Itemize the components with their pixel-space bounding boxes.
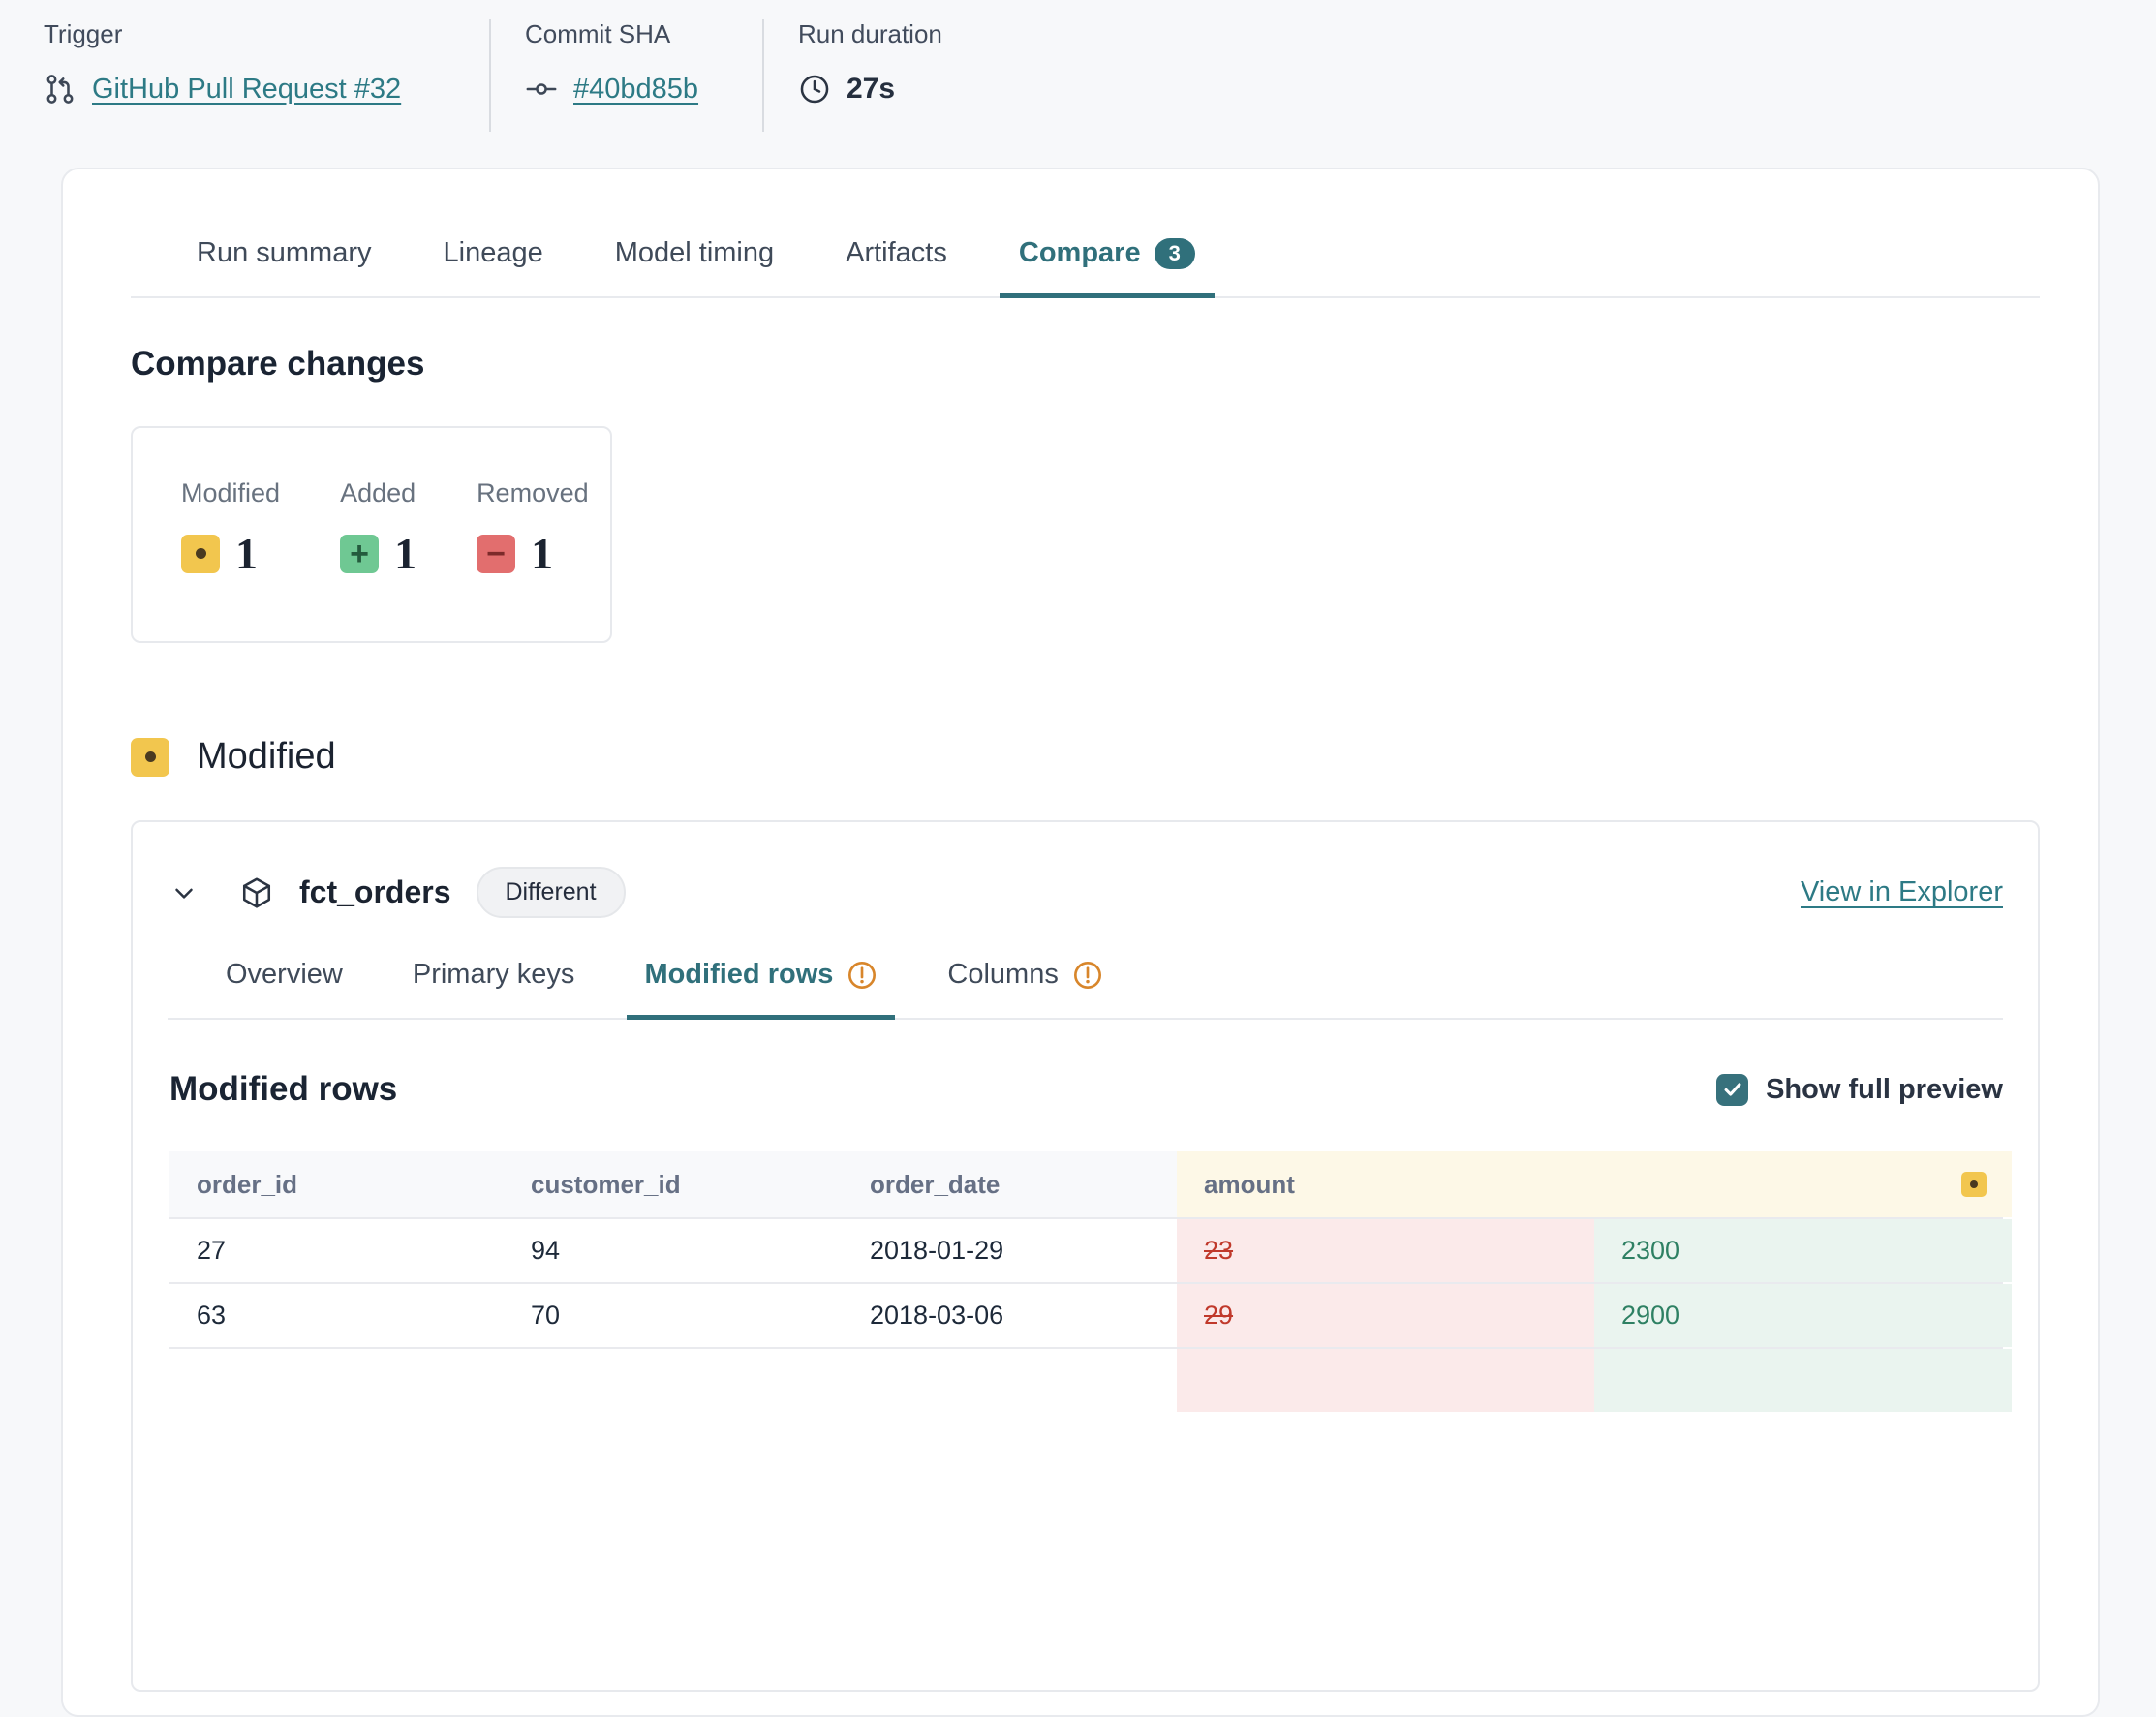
warning-icon bbox=[847, 960, 878, 991]
table-row: 27 94 2018-01-29 23 2300 bbox=[169, 1217, 2003, 1282]
table-row bbox=[169, 1347, 2003, 1412]
amount-old-value bbox=[1177, 1349, 1594, 1412]
added-icon: + bbox=[340, 535, 379, 573]
model-card-fct-orders: fct_orders Different View in Explorer Ov… bbox=[131, 820, 2040, 1692]
tab-run-summary[interactable]: Run summary bbox=[177, 224, 391, 296]
run-detail-card: Run summary Lineage Model timing Artifac… bbox=[61, 168, 2100, 1717]
model-status-badge: Different bbox=[477, 867, 626, 918]
column-header-amount: amount bbox=[1177, 1151, 2012, 1217]
tab-compare[interactable]: Compare 3 bbox=[1000, 224, 1215, 296]
modified-rows-title: Modified rows bbox=[169, 1070, 397, 1109]
model-tabs: Overview Primary keys Modified rows Colu… bbox=[168, 943, 2003, 1020]
pull-request-icon bbox=[44, 73, 77, 106]
trigger-meta: Trigger GitHub Pull Request #32 bbox=[44, 19, 460, 168]
commit-link[interactable]: #40bd85b bbox=[573, 74, 698, 106]
column-header-order-id: order_id bbox=[169, 1151, 504, 1217]
duration-value: 27s bbox=[847, 73, 895, 106]
modified-column-icon bbox=[1961, 1172, 1987, 1197]
commit-icon bbox=[525, 73, 558, 106]
table-row: 63 70 2018-03-06 29 2900 bbox=[169, 1282, 2003, 1347]
show-full-preview-label: Show full preview bbox=[1766, 1074, 2003, 1106]
amount-new-value: 2900 bbox=[1594, 1284, 2012, 1347]
model-cube-icon bbox=[239, 875, 274, 910]
commit-label: Commit SHA bbox=[525, 19, 733, 49]
tab-columns[interactable]: Columns bbox=[930, 943, 1120, 1018]
tab-model-timing[interactable]: Model timing bbox=[596, 224, 793, 296]
duration-meta: Run duration 27s bbox=[798, 19, 942, 168]
stat-removed: Removed − 1 bbox=[477, 478, 589, 579]
amount-new-value: 2300 bbox=[1594, 1219, 2012, 1282]
stat-added: Added + 1 bbox=[340, 478, 416, 579]
compare-count-badge: 3 bbox=[1155, 238, 1195, 269]
commit-meta: Commit SHA #40bd85b bbox=[525, 19, 733, 168]
trigger-link[interactable]: GitHub Pull Request #32 bbox=[92, 74, 401, 106]
tab-primary-keys[interactable]: Primary keys bbox=[395, 943, 593, 1018]
table-header-row: order_id customer_id order_date amount bbox=[169, 1151, 2003, 1217]
clock-icon bbox=[798, 73, 831, 106]
model-name: fct_orders bbox=[299, 874, 451, 910]
header-divider bbox=[762, 19, 764, 132]
modified-count: 1 bbox=[235, 528, 258, 579]
header-divider bbox=[489, 19, 491, 132]
amount-old-value: 29 bbox=[1177, 1284, 1594, 1347]
tab-artifacts[interactable]: Artifacts bbox=[826, 224, 967, 296]
removed-icon: − bbox=[477, 535, 515, 573]
amount-old-value: 23 bbox=[1177, 1219, 1594, 1282]
tab-overview[interactable]: Overview bbox=[208, 943, 360, 1018]
model-card-header: fct_orders Different View in Explorer bbox=[133, 822, 2038, 918]
column-header-customer-id: customer_id bbox=[504, 1151, 843, 1217]
compare-changes-title: Compare changes bbox=[131, 345, 2040, 383]
modified-rows-table: order_id customer_id order_date amount 2… bbox=[169, 1151, 2003, 1412]
removed-count: 1 bbox=[531, 528, 553, 579]
compare-summary-card: Modified 1 Added + 1 Removed − 1 bbox=[131, 426, 612, 643]
modified-group-title: Modified bbox=[197, 736, 336, 778]
trigger-label: Trigger bbox=[44, 19, 460, 49]
checkbox-checked-icon[interactable] bbox=[1716, 1074, 1748, 1106]
show-full-preview-toggle[interactable]: Show full preview bbox=[1716, 1074, 2003, 1106]
duration-label: Run duration bbox=[798, 19, 942, 49]
run-tabs: Run summary Lineage Model timing Artifac… bbox=[131, 169, 2040, 298]
warning-icon bbox=[1072, 960, 1103, 991]
tab-modified-rows[interactable]: Modified rows bbox=[627, 943, 895, 1018]
modified-group-header: Modified bbox=[131, 736, 2040, 778]
modified-icon bbox=[131, 738, 169, 777]
run-meta-header: Trigger GitHub Pull Request #32 Commit S… bbox=[0, 0, 2156, 168]
amount-new-value bbox=[1594, 1349, 2012, 1412]
column-header-order-date: order_date bbox=[843, 1151, 1177, 1217]
added-count: 1 bbox=[394, 528, 416, 579]
modified-rows-panel-header: Modified rows Show full preview bbox=[169, 1070, 2003, 1109]
stat-modified: Modified 1 bbox=[181, 478, 280, 579]
modified-icon bbox=[181, 535, 220, 573]
chevron-down-icon[interactable] bbox=[169, 878, 199, 907]
view-in-explorer-link[interactable]: View in Explorer bbox=[1801, 876, 2003, 908]
tab-lineage[interactable]: Lineage bbox=[424, 224, 563, 296]
